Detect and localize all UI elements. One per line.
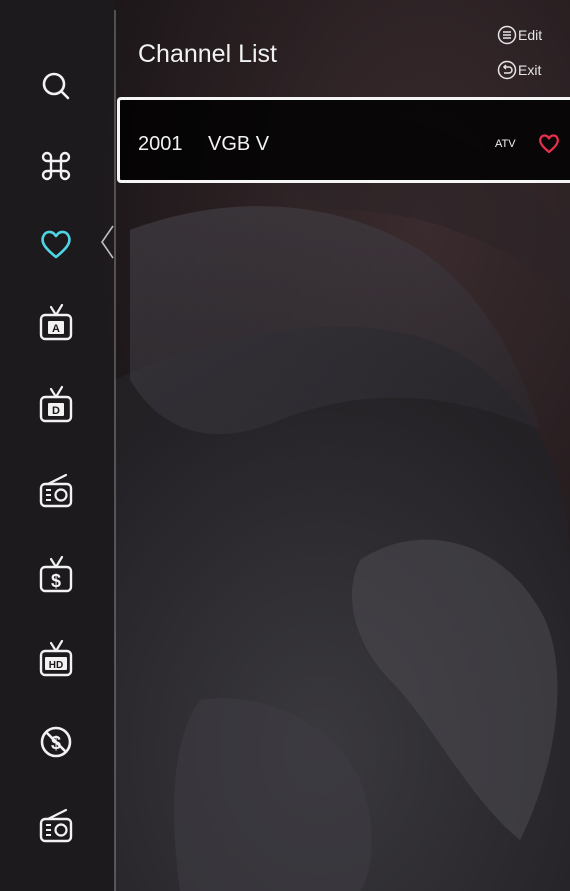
top-left-mark: [0, 4, 60, 20]
back-icon: [497, 60, 517, 80]
channel-list-screen: A D $ HD Channel List Edit Exit 2001 VGB…: [0, 0, 570, 891]
category-sidebar: A D $ HD: [0, 0, 115, 891]
all-channels-button[interactable]: [32, 142, 80, 190]
svg-text:$: $: [51, 571, 61, 591]
menu-icon: [497, 25, 517, 45]
digital-tv-button[interactable]: D: [32, 382, 80, 430]
channel-name: VGB V: [208, 133, 270, 155]
channel-number: 2001: [138, 133, 183, 155]
analog-tv-button[interactable]: A: [32, 300, 80, 348]
edit-hint[interactable]: Edit: [497, 24, 542, 46]
search-button[interactable]: [32, 62, 80, 110]
exit-hint[interactable]: Exit: [497, 59, 541, 81]
exit-label: Exit: [518, 62, 542, 78]
svg-text:A: A: [52, 323, 60, 335]
page-title: Channel List: [138, 40, 277, 68]
svg-text:D: D: [52, 405, 60, 417]
channel-row[interactable]: 2001 VGB V ATV: [117, 97, 570, 183]
tv-a-icon: A: [39, 303, 73, 341]
tv-d-icon: D: [39, 385, 73, 423]
svg-text:HD: HD: [49, 660, 63, 671]
free-channels-button[interactable]: $: [32, 718, 80, 766]
search-icon: [42, 72, 70, 100]
favorite-heart-icon[interactable]: [537, 131, 561, 155]
channel-type-badge: ATV: [495, 138, 516, 150]
favorites-button[interactable]: [32, 220, 80, 268]
tv-hd-icon: HD: [39, 639, 73, 677]
heart-icon: [41, 230, 71, 259]
radio-icon: [39, 473, 73, 508]
pay-tv-button[interactable]: $: [32, 552, 80, 600]
edit-label: Edit: [518, 27, 543, 43]
sidebar-divider: [114, 10, 116, 891]
radio-icon: [39, 808, 73, 843]
no-dollar-icon: $: [40, 726, 72, 758]
command-icon: [41, 151, 71, 181]
hd-tv-button[interactable]: HD: [32, 636, 80, 684]
radio-2-button[interactable]: [32, 802, 80, 850]
radio-button[interactable]: [32, 467, 80, 515]
tv-dollar-icon: $: [39, 555, 73, 593]
